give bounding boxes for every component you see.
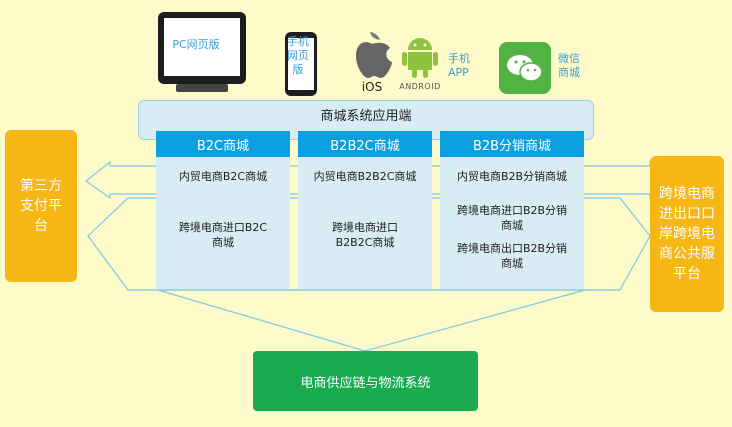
crossborder-platform-label: 跨境电商进出口口岸跨境电商公共服平台 xyxy=(659,186,715,282)
android-icon xyxy=(402,38,438,78)
supply-chain-logistics-box: 电商供应链与物流系统 xyxy=(253,351,478,411)
android-label: ANDROID xyxy=(399,82,441,91)
column-header-b2b-distribution: B2B分销商城 xyxy=(440,131,584,157)
crossborder-platform-box: 跨境电商进出口口岸跨境电商公共服平台 xyxy=(650,156,724,312)
ios-label: iOS xyxy=(361,80,383,94)
domestic-b2c: 内贸电商B2C商城 xyxy=(178,170,268,183)
third-party-payment-label: 第三方支付平台 xyxy=(20,178,62,234)
domestic-b2b2c: 内贸电商B2B2C商城 xyxy=(313,170,417,183)
wechat-icon xyxy=(499,42,551,94)
column-header-b2b2c: B2B2C商城 xyxy=(298,131,432,157)
crossborder-b2b2c: 跨境电商进口B2B2C商城 xyxy=(332,221,398,249)
pc-monitor-icon: PC网页版 xyxy=(158,12,246,84)
column-header-b2c: B2C商城 xyxy=(156,131,290,157)
app-label: 手机APP xyxy=(448,52,470,79)
column-body-b2b2c: 内贸电商B2B2C商城 跨境电商进口B2B2C商城 xyxy=(298,157,432,289)
column-body-b2c: 内贸电商B2C商城 跨境电商进口B2C商城 xyxy=(156,157,290,289)
crossborder-export-b2b-distribution: 跨境电商出口B2B分销商城 xyxy=(456,242,568,270)
supply-chain-logistics-label: 电商供应链与物流系统 xyxy=(300,375,431,391)
app-system-title: 商城系统应用端 xyxy=(320,108,412,124)
phone-icon: 手机网页版 xyxy=(285,32,317,96)
monitor-stand xyxy=(176,84,228,92)
phone-label: 手机网页版 xyxy=(287,35,309,76)
crossborder-b2c: 跨境电商进口B2C商城 xyxy=(178,221,268,249)
domestic-b2b-distribution: 内贸电商B2B分销商城 xyxy=(456,170,568,183)
wechat-label: 微信商城 xyxy=(558,52,580,79)
crossborder-import-b2b-distribution: 跨境电商进口B2B分销商城 xyxy=(456,204,568,232)
pc-label: PC网页版 xyxy=(172,38,220,51)
column-body-b2b-distribution: 内贸电商B2B分销商城 跨境电商进口B2B分销商城 跨境电商出口B2B分销商城 xyxy=(440,157,584,289)
third-party-payment-box: 第三方支付平台 xyxy=(5,130,77,282)
apple-icon xyxy=(356,32,392,78)
